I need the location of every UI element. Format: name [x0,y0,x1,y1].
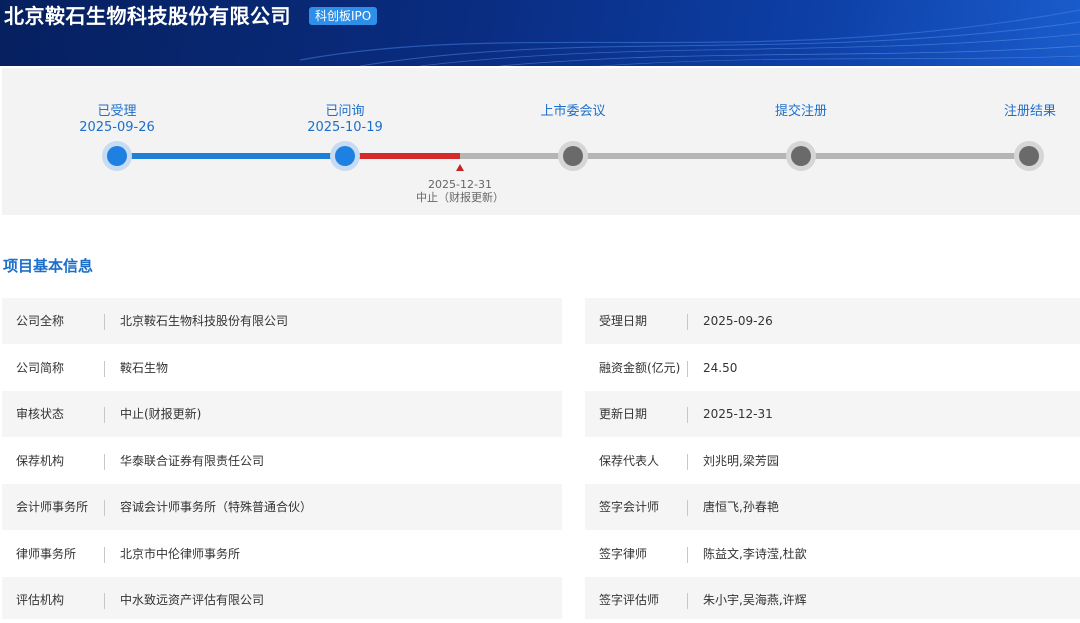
info-row-financing-amount: 融资金额(亿元) 24.50 [585,345,1080,391]
info-label: 融资金额(亿元) [599,361,681,375]
info-divider [104,547,105,563]
step-node-inquired[interactable] [330,141,360,171]
step-label-registration-result: 注册结果 [1003,104,1057,119]
info-row-company-short-name: 公司简称 鞍石生物 [2,345,562,391]
info-value: 华泰联合证券有限责任公司 [120,454,265,468]
info-label: 审核状态 [16,407,65,421]
info-divider [687,500,688,516]
info-divider [687,454,688,470]
company-title: 北京鞍石生物科技股份有限公司 [4,4,291,28]
info-row-update-date: 更新日期 2025-12-31 [585,391,1080,437]
info-divider [687,593,688,609]
info-label: 保荐代表人 [599,454,660,468]
info-divider [104,454,105,470]
info-divider [687,314,688,330]
info-label: 签字评估师 [599,593,660,607]
info-divider [104,314,105,330]
current-status-date: 2025-12-31 [428,178,492,191]
info-value: 鞍石生物 [120,361,169,375]
progress-completed-segment [120,153,346,159]
step-node-dot [791,146,811,166]
info-value: 2025-12-31 [703,407,773,421]
info-value: 陈益文,李诗滢,杜歆 [703,547,807,561]
info-divider [104,593,105,609]
info-row-signing-lawyers: 签字律师 陈益文,李诗滢,杜歆 [585,531,1080,577]
step-node-submit-registration[interactable] [786,141,816,171]
info-value: 北京鞍石生物科技股份有限公司 [120,314,289,328]
step-label-accepted: 已受理 [97,104,137,119]
info-label: 签字会计师 [599,500,660,514]
info-label: 公司简称 [16,361,65,375]
board-badge: 科创板IPO [309,7,378,25]
info-row-sponsor-representatives: 保荐代表人 刘兆明,梁芳园 [585,438,1080,484]
info-label: 签字律师 [599,547,648,561]
info-value: 中水致远资产评估有限公司 [120,593,265,607]
info-label: 受理日期 [599,314,648,328]
step-label-listing-committee: 上市委会议 [540,104,606,119]
info-value: 刘兆明,梁芳园 [703,454,779,468]
info-value: 2025-09-26 [703,314,773,328]
step-node-listing-committee[interactable] [558,141,588,171]
step-node-dot [335,146,355,166]
info-label: 公司全称 [16,314,65,328]
step-date-accepted: 2025-09-26 [79,120,155,135]
info-row-appraisal-firm: 评估机构 中水致远资产评估有限公司 [2,577,562,619]
info-row-law-firm: 律师事务所 北京市中伦律师事务所 [2,531,562,577]
info-divider [104,407,105,423]
current-position-marker-icon [456,164,464,171]
info-label: 评估机构 [16,593,65,607]
step-date-inquired: 2025-10-19 [307,120,383,135]
info-divider [104,361,105,377]
info-divider [687,547,688,563]
info-value: 24.50 [703,361,738,375]
info-row-signing-accountants: 签字会计师 唐恒飞,孙春艳 [585,484,1080,530]
info-value: 容诚会计师事务所（特殊普通合伙） [120,500,313,514]
info-row-review-status: 审核状态 中止(财报更新) [2,391,562,437]
info-divider [687,361,688,377]
info-value: 北京市中伦律师事务所 [120,547,241,561]
step-node-dot [563,146,583,166]
step-label-inquired: 已问询 [325,104,365,119]
step-label-submit-registration: 提交注册 [774,104,828,119]
ipo-progress-panel: 已受理 2025-09-26 已问询 2025-10-19 上市委会议 提交注册… [2,68,1080,215]
info-value: 唐恒飞,孙春艳 [703,500,779,514]
info-row-signing-appraisers: 签字评估师 朱小宇,吴海燕,许辉 [585,577,1080,619]
info-row-acceptance-date: 受理日期 2025-09-26 [585,298,1080,344]
info-row-accounting-firm: 会计师事务所 容诚会计师事务所（特殊普通合伙） [2,484,562,530]
info-label: 会计师事务所 [16,500,89,514]
current-status-text: 中止（财报更新） [416,191,504,204]
page-header: 北京鞍石生物科技股份有限公司 科创板IPO [0,0,1080,66]
step-node-dot [107,146,127,166]
info-row-sponsor: 保荐机构 华泰联合证券有限责任公司 [2,438,562,484]
section-title-basic-info: 项目基本信息 [3,257,94,275]
info-divider [687,407,688,423]
progress-halted-segment [346,153,460,159]
info-row-company-full-name: 公司全称 北京鞍石生物科技股份有限公司 [2,298,562,344]
info-label: 律师事务所 [16,547,77,561]
info-label: 保荐机构 [16,454,65,468]
step-node-dot [1019,146,1039,166]
step-node-accepted[interactable] [102,141,132,171]
info-label: 更新日期 [599,407,648,421]
step-node-registration-result[interactable] [1014,141,1044,171]
info-value: 朱小宇,吴海燕,许辉 [703,593,807,607]
info-value: 中止(财报更新) [120,407,202,421]
info-divider [104,500,105,516]
